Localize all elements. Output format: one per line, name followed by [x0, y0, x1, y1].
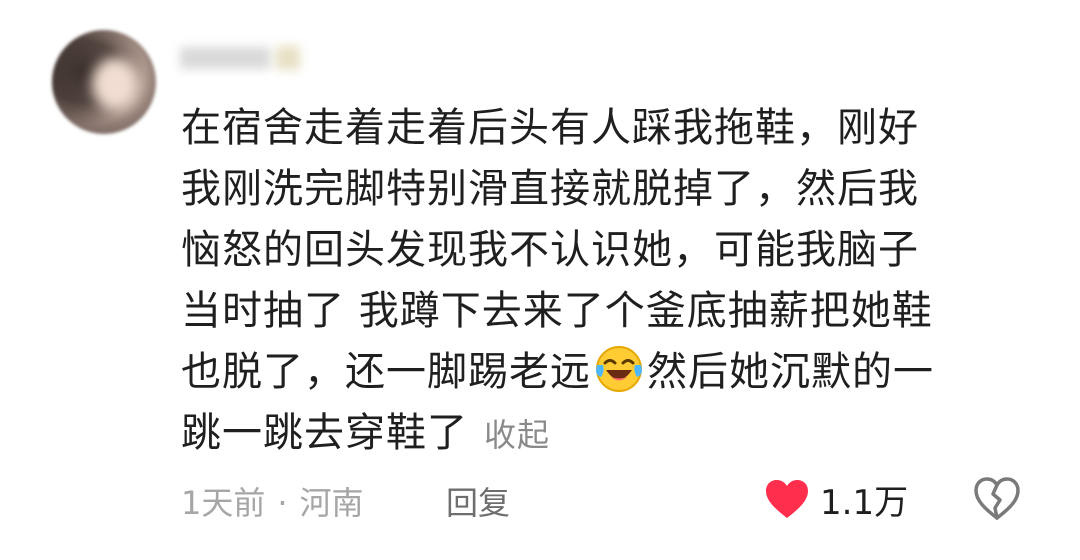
- reply-button[interactable]: 回复: [446, 478, 510, 524]
- laughing-tears-emoji-icon: [596, 346, 642, 392]
- comment-line-2: 我刚洗完脚特别滑直接就脱掉了，然后我: [181, 166, 919, 212]
- comment-line-5: 也脱了，还一脚踢老远 然后她沉默的一: [181, 342, 1011, 403]
- comment-line-6: 跳一跳去穿鞋了 收起: [181, 403, 1011, 466]
- meta-separator: ·: [277, 484, 288, 522]
- comment-meta: 1天前 · 河南: [181, 478, 364, 524]
- like-count: 1.1万: [820, 482, 909, 523]
- comment-line-6-text: 跳一跳去穿鞋了: [181, 410, 468, 456]
- comment-line-4: 当时抽了 我蹲下去来了个釜底抽薪把她鞋: [181, 288, 933, 334]
- like-button[interactable]: 1.1万: [764, 474, 908, 524]
- comment-line-5-end: 然后她沉默的一: [647, 349, 934, 395]
- heart-filled-icon: [766, 480, 808, 518]
- comment-line-5-start: 也脱了，还一脚踢老远: [181, 349, 591, 395]
- collapse-button[interactable]: 收起: [484, 416, 550, 454]
- username-blurred[interactable]: [180, 42, 360, 78]
- avatar[interactable]: [52, 30, 156, 134]
- comment-line-1: 在宿舍走着走着后头有人踩我拖鞋，刚好: [181, 105, 919, 151]
- broken-heart-icon[interactable]: [972, 476, 1022, 522]
- comment-time: 1天前: [181, 484, 266, 522]
- comment-item: 在宿舍走着走着后头有人踩我拖鞋，刚好 我刚洗完脚特别滑直接就脱掉了，然后我 恼怒…: [0, 0, 1080, 560]
- comment-line-3: 恼怒的回头发现我不认识她，可能我脑子: [181, 227, 919, 273]
- avatar-face: [92, 58, 138, 110]
- comment-body: 在宿舍走着走着后头有人踩我拖鞋，刚好 我刚洗完脚特别滑直接就脱掉了，然后我 恼怒…: [181, 98, 1011, 466]
- badge-icon: [276, 45, 300, 70]
- comment-location: 河南: [299, 484, 364, 522]
